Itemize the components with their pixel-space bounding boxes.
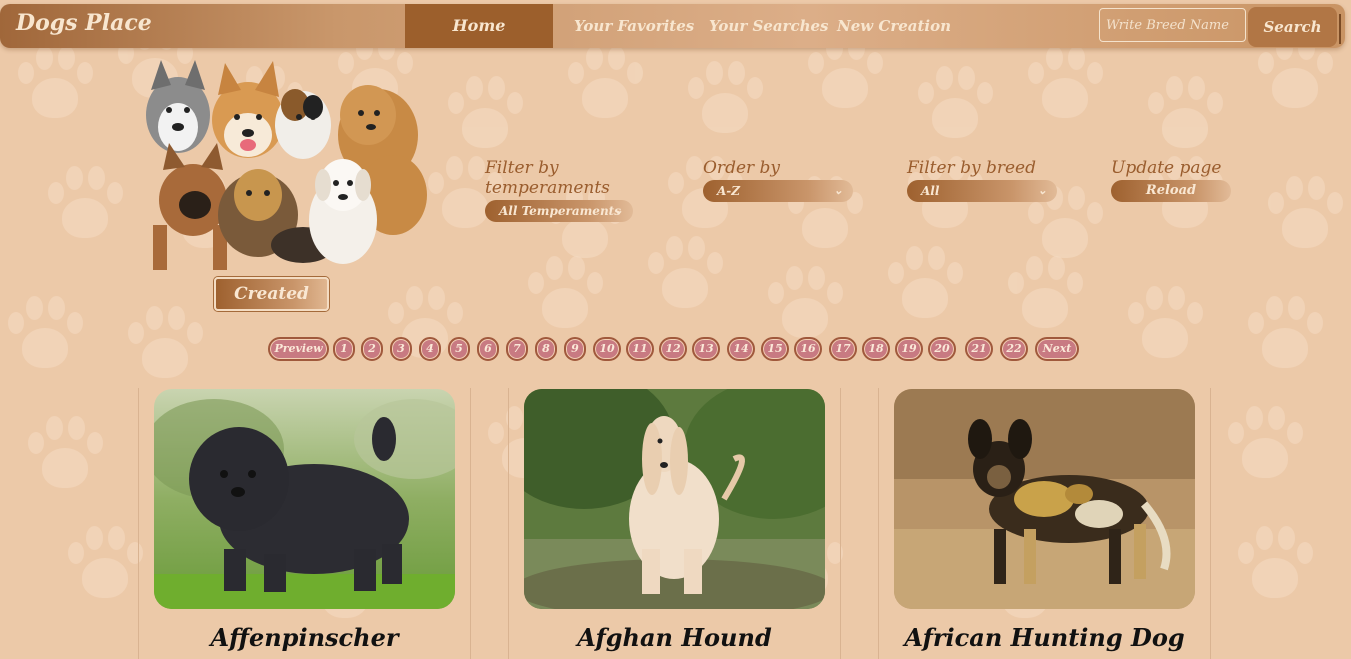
filter-order: Order by A-Z ⌄	[703, 158, 855, 202]
paw-print-icon	[880, 240, 970, 330]
card-divider	[1210, 388, 1211, 659]
breed-card-name: African Hunting Dog	[904, 623, 1185, 652]
order-by-label: Order by	[703, 158, 781, 178]
paw-print-icon	[520, 250, 610, 340]
breed-card[interactable]: Afghan Hound	[524, 389, 825, 652]
pagination-page-button[interactable]: 19	[895, 337, 923, 361]
breed-card[interactable]: Affenpinscher	[154, 389, 455, 652]
breed-card-name: Afghan Hound	[577, 623, 772, 652]
breed-card-image-african-hunting-dog	[894, 389, 1195, 609]
pagination-prev-button[interactable]: Preview	[268, 337, 329, 361]
reload-button[interactable]: Reload	[1111, 180, 1231, 202]
navbar: Dogs Place Home Your Favorites Your Sear…	[0, 4, 1345, 48]
paw-print-icon	[60, 520, 150, 610]
card-divider	[840, 388, 841, 659]
chevron-down-icon: ⌄	[613, 204, 623, 217]
pagination-next-button[interactable]: Next	[1035, 337, 1079, 361]
filter-temperaments: Filter by temperaments All Temperaments …	[485, 158, 635, 222]
nav-link-home[interactable]: Home	[405, 4, 553, 48]
breed-select[interactable]: All ⌄	[907, 180, 1057, 202]
card-divider	[508, 388, 509, 659]
pagination-page-button[interactable]: 21	[965, 337, 993, 361]
pagination-page-button[interactable]: 16	[794, 337, 822, 361]
pagination-page-button[interactable]: 14	[727, 337, 755, 361]
card-divider	[878, 388, 879, 659]
paw-print-icon	[1120, 280, 1210, 370]
paw-print-icon	[1000, 250, 1090, 340]
order-select-value: A-Z	[717, 184, 741, 198]
nav-link-new-creation[interactable]: New Creation	[837, 4, 951, 48]
paw-print-icon	[640, 230, 730, 320]
paw-print-icon	[440, 70, 530, 160]
pagination-page-button[interactable]: 1	[333, 337, 355, 361]
paw-print-icon	[1230, 520, 1320, 610]
paw-print-icon	[20, 410, 110, 500]
paw-print-icon	[1140, 70, 1230, 160]
paw-print-icon	[120, 300, 210, 390]
breed-select-value: All	[921, 184, 940, 198]
card-divider	[138, 388, 139, 659]
created-button[interactable]: Created	[214, 277, 329, 311]
chevron-down-icon: ⌄	[833, 184, 843, 197]
pagination-page-button[interactable]: 7	[506, 337, 528, 361]
order-select[interactable]: A-Z ⌄	[703, 180, 853, 202]
breed-card-image-afghan-hound	[524, 389, 825, 609]
pagination-page-button[interactable]: 4	[419, 337, 441, 361]
paw-print-icon	[1260, 170, 1350, 260]
pagination-page-button[interactable]: 3	[390, 337, 412, 361]
pagination-page-button[interactable]: 15	[761, 337, 789, 361]
brand-logo-text[interactable]: Dogs Place	[16, 10, 152, 36]
breed-search-input[interactable]	[1099, 8, 1246, 42]
update-page: Update page Reload	[1111, 158, 1233, 202]
filter-breed: Filter by breed All ⌄	[907, 158, 1059, 202]
pagination-page-button[interactable]: 5	[448, 337, 470, 361]
update-page-label: Update page	[1111, 158, 1222, 178]
nav-link-favorites[interactable]: Your Favorites	[574, 4, 694, 48]
pagination-page-button[interactable]: 17	[829, 337, 857, 361]
pagination-page-button[interactable]: 13	[692, 337, 720, 361]
pagination-page-button[interactable]: 6	[477, 337, 499, 361]
navbar-edge-divider	[1339, 14, 1341, 44]
pagination-page-button[interactable]: 2	[361, 337, 383, 361]
pagination-page-button[interactable]: 20	[928, 337, 956, 361]
temperaments-select[interactable]: All Temperaments ⌄	[485, 200, 633, 222]
filter-temperaments-label: Filter by temperaments	[485, 158, 610, 198]
paw-print-icon	[1020, 40, 1110, 130]
paw-print-icon	[1220, 400, 1310, 490]
pagination-page-button[interactable]: 11	[626, 337, 654, 361]
search-button[interactable]: Search	[1248, 7, 1337, 47]
paw-print-icon	[0, 290, 90, 380]
filter-breed-label: Filter by breed	[907, 158, 1036, 178]
breed-card-image-affenpinscher	[154, 389, 455, 609]
temperaments-select-value: All Temperaments	[499, 204, 621, 218]
paw-print-icon	[680, 55, 770, 145]
breed-card[interactable]: African Hunting Dog	[894, 389, 1195, 652]
paw-print-icon	[910, 60, 1000, 150]
pagination-page-button[interactable]: 12	[659, 337, 687, 361]
paw-print-icon	[560, 40, 650, 130]
nav-link-searches[interactable]: Your Searches	[709, 4, 828, 48]
pagination-page-button[interactable]: 18	[862, 337, 890, 361]
paw-print-icon	[1240, 290, 1330, 380]
dog-group-picture	[133, 55, 433, 275]
paw-print-icon	[10, 40, 100, 130]
pagination-page-button[interactable]: 22	[1000, 337, 1028, 361]
paw-print-icon	[40, 160, 130, 250]
pagination-page-button[interactable]: 10	[593, 337, 621, 361]
pagination-page-button[interactable]: 9	[564, 337, 586, 361]
pagination-page-button[interactable]: 8	[535, 337, 557, 361]
breed-card-name: Affenpinscher	[210, 623, 399, 652]
card-divider	[470, 388, 471, 659]
chevron-down-icon: ⌄	[1037, 184, 1047, 197]
